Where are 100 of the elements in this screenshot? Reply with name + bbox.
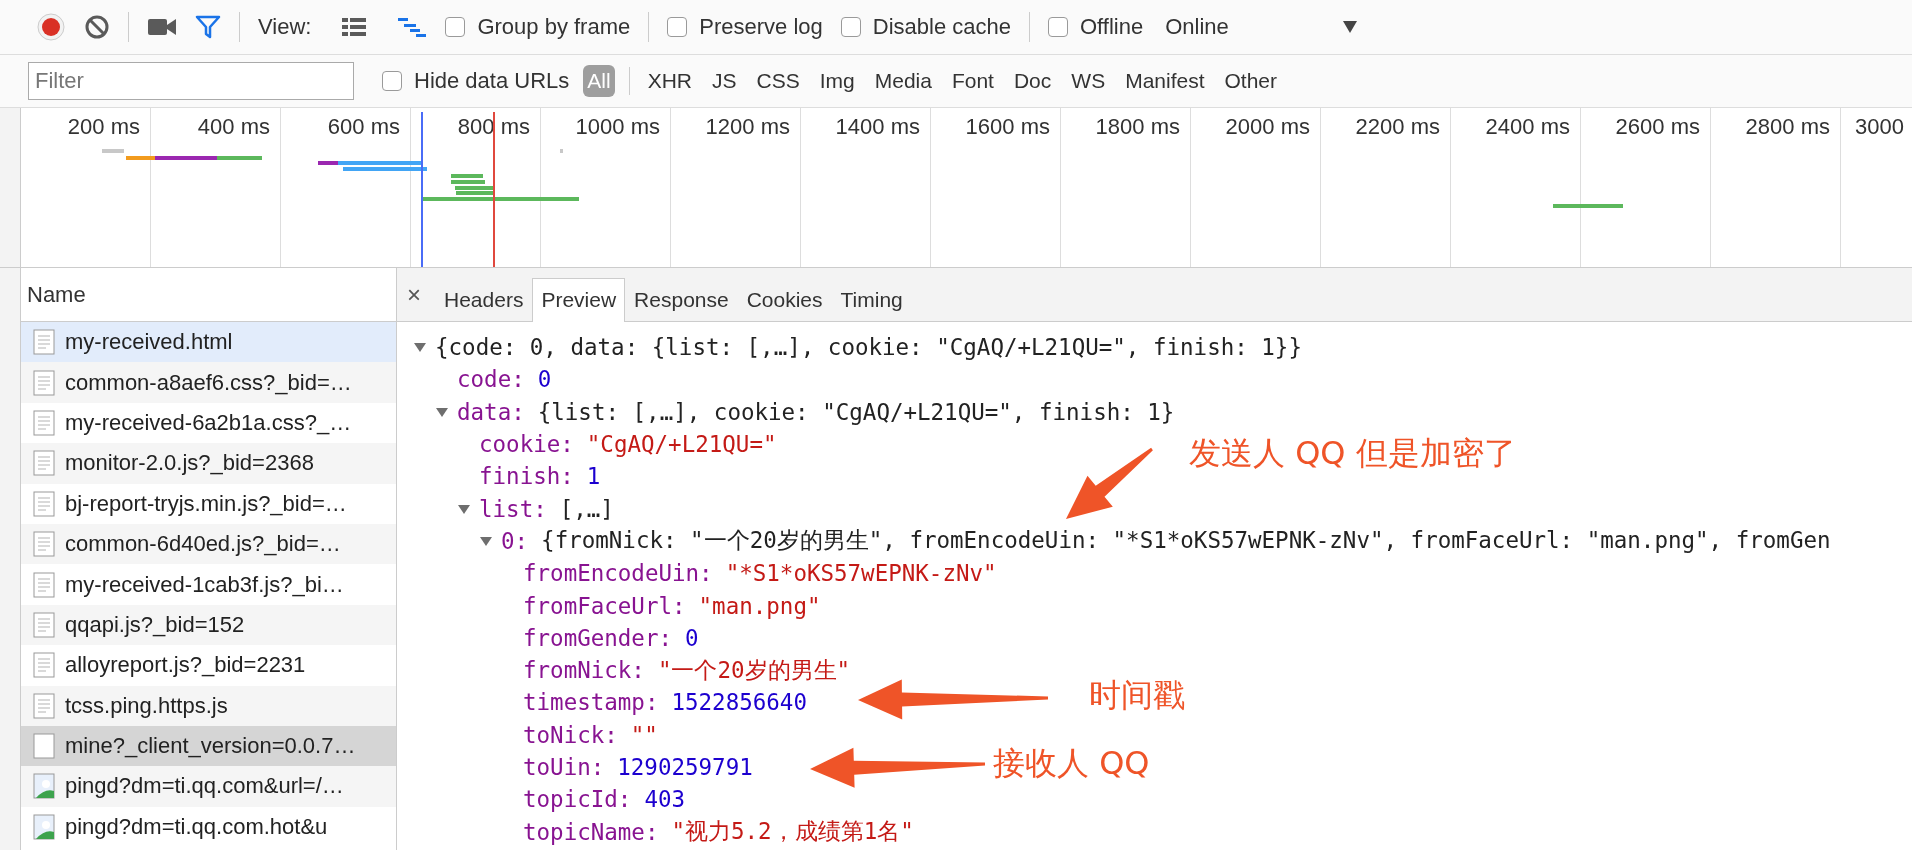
property-key: topicId: bbox=[523, 786, 632, 813]
property-value: 1290259791 bbox=[617, 754, 753, 780]
type-filter[interactable]: Other bbox=[1220, 65, 1282, 97]
time-tick: 1200 ms bbox=[705, 114, 790, 139]
request-name: qqapi.js?_bid=152 bbox=[65, 611, 245, 638]
time-tick: 1800 ms bbox=[1095, 114, 1180, 139]
type-filter[interactable]: WS bbox=[1067, 65, 1110, 97]
request-name: my-received-1cab3f.js?_bi… bbox=[65, 571, 344, 598]
request-name: tcss.ping.https.js bbox=[65, 692, 228, 719]
filter-field[interactable]: Filter bbox=[28, 62, 354, 100]
document-icon bbox=[33, 571, 55, 598]
document-icon bbox=[33, 531, 55, 558]
object-summary: {fromNick: "一个20岁的男生", fromEncodeUin: "*S1*oKS57wEPNK-zNv", fromFaceUrl: "man.png", fromGen bbox=[541, 526, 1831, 556]
checkbox[interactable] bbox=[667, 17, 688, 37]
time-tick: 2000 ms bbox=[1225, 114, 1310, 139]
property-key: toNick: bbox=[523, 721, 618, 748]
request-row[interactable]: pingd?dm=ti.qq.com&url=/… bbox=[21, 766, 396, 807]
request-name: common-a8aef6.css?_bid=… bbox=[65, 369, 352, 396]
property-key: data: bbox=[457, 398, 525, 425]
property-value: 0 bbox=[685, 624, 699, 651]
record-button[interactable] bbox=[36, 12, 66, 42]
property-value: 1 bbox=[586, 463, 601, 490]
request-name: my-received-6a2b1a.css?_… bbox=[65, 409, 352, 436]
property-value: "" bbox=[630, 721, 658, 748]
request-row[interactable]: common-a8aef6.css?_bid=… bbox=[21, 362, 396, 403]
detail-tab[interactable]: Timing bbox=[831, 278, 912, 321]
detail-tab[interactable]: Preview bbox=[532, 278, 626, 322]
document-icon bbox=[33, 611, 55, 638]
option-label[interactable]: Preserve log bbox=[699, 14, 823, 40]
request-name: pingd?dm=ti.qq.com.hot&u bbox=[65, 813, 328, 840]
detail-tab[interactable]: Cookies bbox=[737, 278, 832, 321]
type-filter[interactable]: XHR bbox=[643, 65, 696, 97]
property-value: "*S1*oKS57wEPNK-zNv" bbox=[725, 560, 997, 587]
type-filter[interactable]: Manifest bbox=[1121, 65, 1209, 97]
property-key: fromEncodeUin: bbox=[523, 560, 713, 587]
clear-icon[interactable] bbox=[84, 14, 110, 40]
annotation-text: 时间戳 bbox=[1089, 675, 1185, 716]
property-value: 0 bbox=[537, 366, 552, 393]
property-value: 1522856640 bbox=[671, 689, 807, 716]
object-summary: {code: 0, data: {list: [,…], cookie: "CgAQ/+L21QU=", finish: 1}} bbox=[435, 334, 1302, 361]
checkbox[interactable] bbox=[382, 71, 402, 91]
waterfall-view-icon[interactable] bbox=[397, 16, 428, 38]
request-row[interactable]: mine?_client_version=0.0.7… bbox=[21, 725, 396, 767]
time-tick: 400 ms bbox=[197, 114, 270, 139]
request-row[interactable]: monitor-2.0.js?_bid=2368 bbox=[21, 443, 396, 484]
type-filter[interactable]: JS bbox=[708, 65, 741, 97]
type-filter[interactable]: Media bbox=[870, 65, 936, 97]
detail-tab[interactable]: Response bbox=[625, 278, 738, 321]
type-filter[interactable]: Font bbox=[947, 65, 998, 97]
document-icon bbox=[33, 692, 55, 719]
close-button[interactable]: × bbox=[405, 281, 435, 321]
annotation-text: 发送人 QQ 但是加密了 bbox=[1189, 433, 1516, 474]
property-key: list: bbox=[479, 495, 547, 522]
property-value: 403 bbox=[644, 786, 685, 813]
property-key: cookie: bbox=[479, 431, 574, 458]
property-value: "man.png" bbox=[698, 592, 821, 619]
request-row[interactable]: tcss.ping.https.js bbox=[21, 685, 396, 726]
checkbox[interactable] bbox=[445, 17, 466, 37]
time-tick: 600 ms bbox=[327, 114, 400, 139]
type-filter[interactable]: Doc bbox=[1009, 65, 1056, 97]
property-key: finish: bbox=[479, 463, 574, 490]
checkbox[interactable] bbox=[840, 17, 861, 37]
document-icon bbox=[33, 450, 55, 477]
property-key: 0: bbox=[501, 527, 529, 554]
property-key: timestamp: bbox=[523, 689, 659, 716]
time-tick: 1000 ms bbox=[575, 114, 660, 139]
caret-icon[interactable] bbox=[1342, 21, 1357, 33]
time-tick: 2600 ms bbox=[1615, 114, 1700, 139]
time-tick: 800 ms bbox=[457, 114, 530, 139]
request-name: monitor-2.0.js?_bid=2368 bbox=[65, 450, 314, 477]
detail-tab[interactable]: Headers bbox=[435, 278, 533, 321]
document-icon bbox=[33, 409, 55, 436]
annotation-text: 接收人 QQ bbox=[993, 743, 1150, 784]
request-name: pingd?dm=ti.qq.com&url=/… bbox=[65, 773, 344, 800]
property-key: toUin: bbox=[523, 754, 605, 780]
option-label[interactable]: Group by frame bbox=[477, 14, 631, 40]
request-row[interactable]: my-received.html bbox=[21, 322, 396, 363]
property-value: "CgAQ/+L21QU=" bbox=[586, 431, 777, 458]
time-tick: 1400 ms bbox=[835, 114, 920, 139]
time-tick: 3000 bbox=[1855, 114, 1904, 139]
request-name: common-6d40ed.js?_bid=… bbox=[65, 531, 341, 558]
blank-file-icon bbox=[33, 733, 55, 760]
throttling-dropdown[interactable]: Online bbox=[1165, 14, 1229, 40]
property-key: topicName: bbox=[523, 818, 659, 845]
option-label[interactable]: Hide data URLs bbox=[414, 68, 570, 94]
filter-icon[interactable] bbox=[195, 14, 221, 40]
object-summary: [,…] bbox=[559, 495, 614, 522]
document-icon bbox=[33, 652, 55, 679]
request-name: my-received.html bbox=[65, 329, 233, 356]
option-label[interactable]: Disable cache bbox=[872, 14, 1011, 40]
checkbox[interactable] bbox=[1047, 17, 1068, 37]
request-name: alloyreport.js?_bid=2231 bbox=[65, 652, 306, 679]
video-camera-icon[interactable] bbox=[147, 17, 177, 37]
request-row[interactable]: common-6d40ed.js?_bid=… bbox=[21, 523, 396, 565]
option-label[interactable]: Offline bbox=[1079, 14, 1144, 40]
time-tick: 200 ms bbox=[67, 114, 140, 139]
type-filter[interactable]: CSS bbox=[752, 65, 804, 97]
request-row[interactable]: qqapi.js?_bid=152 bbox=[21, 604, 396, 646]
type-filter[interactable]: Img bbox=[815, 65, 859, 97]
list-view-icon[interactable] bbox=[341, 16, 368, 38]
